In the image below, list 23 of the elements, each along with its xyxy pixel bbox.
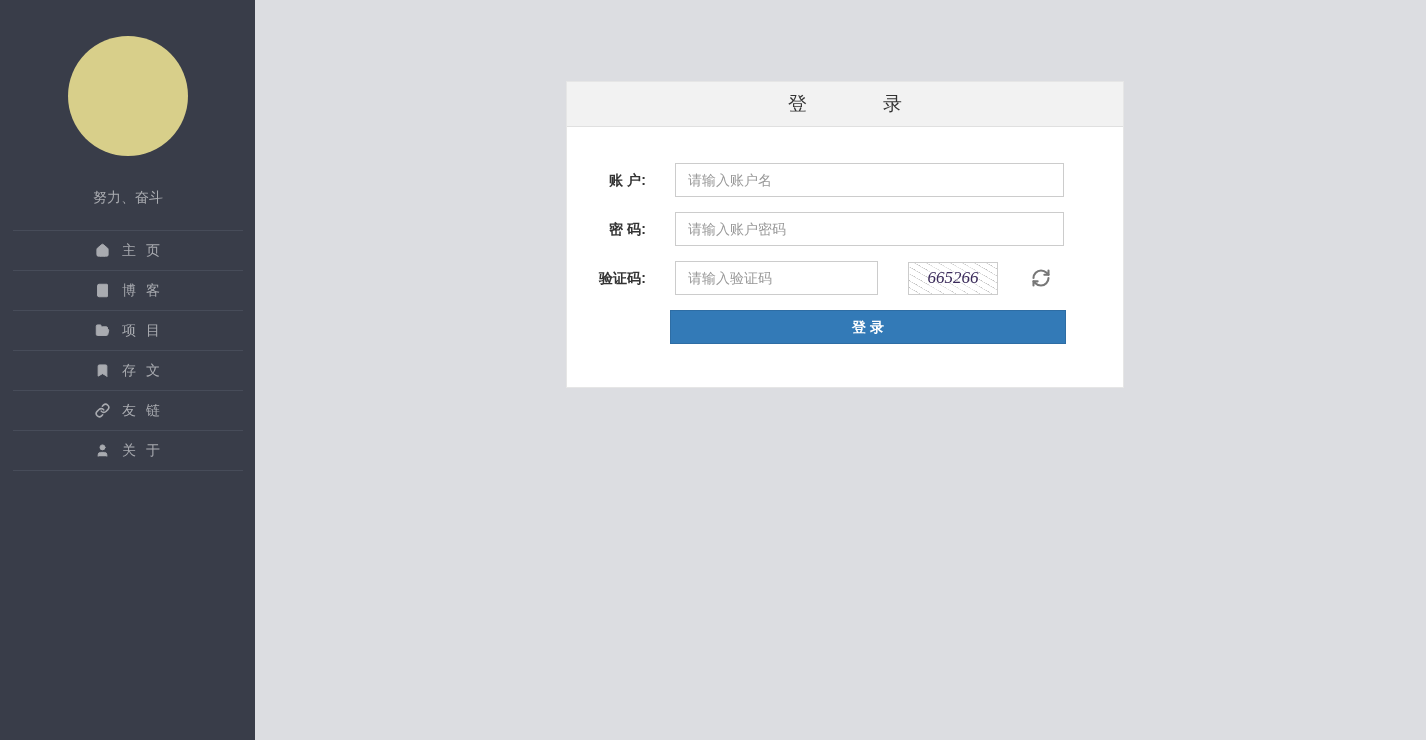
folder-icon [95, 323, 111, 338]
book-icon [95, 283, 111, 298]
motto-text: 努力、奋斗 [92, 188, 163, 207]
user-icon [95, 443, 111, 458]
home-icon [95, 243, 111, 258]
field-label: 账 户: [608, 170, 646, 190]
nav-item[interactable]: 项 目 [12, 311, 243, 351]
input-field[interactable]: 请输入账户名 [675, 163, 1064, 197]
nav-item[interactable]: 存 文 [12, 351, 243, 391]
login-button[interactable]: 登 录 [670, 310, 1066, 344]
nav-item[interactable]: 关 于 [12, 431, 243, 471]
nav-item[interactable]: 友 链 [12, 391, 243, 431]
login-title: 登 录 [788, 91, 902, 116]
captcha-image[interactable]: 665266 [908, 261, 998, 295]
input-field[interactable]: 请输入账户密码 [675, 212, 1064, 246]
field-label: 密 码: [608, 219, 646, 239]
input-field[interactable]: 请输入验证码 [675, 261, 878, 295]
bookmark-icon [95, 363, 111, 378]
nav-item[interactable]: 主 页 [12, 231, 243, 271]
field-label: 验证码: [598, 268, 646, 288]
refresh-icon[interactable] [1031, 268, 1051, 288]
nav-item[interactable]: 博 客 [12, 271, 243, 311]
link-icon [95, 403, 111, 418]
